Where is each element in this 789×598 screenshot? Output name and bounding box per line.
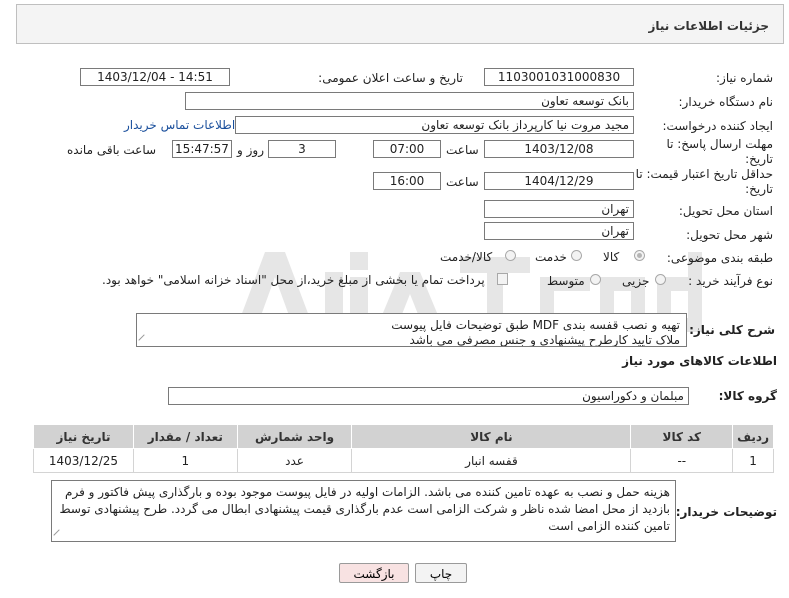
print-button[interactable]: چاپ [415, 563, 467, 583]
buyer-notes-text: هزینه حمل و نصب به عهده تامین کننده می ب… [59, 485, 670, 533]
buyer-notes-textarea[interactable]: هزینه حمل و نصب به عهده تامین کننده می ب… [51, 480, 676, 542]
page-title: جزئیات اطلاعات نیاز [648, 19, 769, 33]
category-label: طبقه بندی موضوعی: [666, 251, 773, 265]
announce-label: تاریخ و ساعت اعلان عمومی: [318, 71, 463, 85]
reply-deadline-label-2: تاریخ: [745, 152, 773, 166]
purchase-minor-label: جزیی [622, 274, 650, 288]
page-header: جزئیات اطلاعات نیاز [16, 4, 784, 44]
buyer-org-label: نام دستگاه خریدار: [678, 95, 774, 109]
validity-date-field: 1404/12/29 [484, 172, 634, 190]
creator-field: مجید مروت نیا کارپرداز بانک توسعه تعاون [235, 116, 634, 134]
goods-group-label: گروه کالا: [718, 389, 777, 403]
category-both-label: کالا/خدمت [440, 250, 493, 264]
price-validity-label-2: تاریخ: [745, 182, 773, 196]
notes-resize-handle-icon[interactable] [53, 529, 65, 541]
validity-time-field: 16:00 [373, 172, 441, 190]
purchase-minor-radio[interactable] [655, 274, 666, 285]
province-field: تهران [484, 200, 634, 218]
city-field: تهران [484, 222, 634, 240]
buyer-notes-label: توضیحات خریدار: [675, 505, 777, 519]
items-table: ردیف کد کالا نام کالا واحد شمارش تعداد /… [33, 424, 774, 473]
cell-date: 1403/12/25 [33, 448, 134, 473]
cell-row: 1 [732, 448, 774, 473]
description-line-1: تهیه و نصب قفسه بندی MDF طبق توضیحات فای… [391, 318, 680, 332]
reply-time-field: 07:00 [373, 140, 441, 158]
col-qty-header: تعداد / مقدار [132, 424, 238, 449]
city-label: شهر محل تحویل: [686, 228, 773, 242]
days-field: 3 [268, 140, 336, 158]
description-textarea[interactable]: تهیه و نصب قفسه بندی MDF طبق توضیحات فای… [136, 313, 687, 347]
need-number-field: 1103001031000830 [484, 68, 634, 86]
reply-date-field: 1403/12/08 [484, 140, 634, 158]
category-both-radio[interactable] [505, 250, 516, 261]
purchase-medium-radio[interactable] [590, 274, 601, 285]
cell-qty: 1 [132, 448, 238, 473]
col-name-header: نام کالا [351, 424, 632, 449]
buyer-org-field: بانک توسعه تعاون [185, 92, 634, 110]
table-header-row: ردیف کد کالا نام کالا واحد شمارش تعداد /… [33, 424, 774, 449]
remaining-time-field: 15:47:57 [172, 140, 232, 158]
purchase-type-label: نوع فرآیند خرید : [688, 274, 773, 288]
purchase-medium-label: متوسط [547, 274, 585, 288]
reply-deadline-label: مهلت ارسال پاسخ: تا [666, 137, 773, 151]
announce-field: 1403/12/04 - 14:51 [80, 68, 230, 86]
buyer-contact-link[interactable]: اطلاعات تماس خریدار [124, 118, 235, 132]
cell-code: -- [630, 448, 734, 473]
back-button[interactable]: بازگشت [339, 563, 409, 583]
treasury-note: پرداخت تمام یا بخشی از مبلغ خرید،از محل … [102, 273, 485, 287]
col-date-header: تاریخ نیاز [33, 424, 134, 449]
col-code-header: کد کالا [630, 424, 734, 449]
goods-info-title: اطلاعات کالاهای مورد نیاز [622, 354, 777, 368]
price-validity-label: حداقل تاریخ اعتبار قیمت: تا [635, 167, 773, 181]
category-service-radio[interactable] [571, 250, 582, 261]
cell-unit: عدد [236, 448, 353, 473]
col-unit-header: واحد شمارش [236, 424, 353, 449]
reply-time-label: ساعت [446, 143, 479, 157]
category-goods-radio[interactable] [634, 250, 645, 261]
province-label: استان محل تحویل: [678, 204, 773, 218]
need-number-label: شماره نیاز: [716, 71, 773, 85]
remaining-label: ساعت باقی مانده [67, 143, 157, 157]
goods-group-field: مبلمان و دکوراسیون [168, 387, 689, 405]
description-line-2: ملاک تایید کارطرح پیشنهادی و جنس مصرفی م… [409, 333, 681, 347]
category-goods-label: کالا [603, 250, 620, 264]
category-service-label: خدمت [535, 250, 567, 264]
days-label: روز و [237, 143, 264, 157]
validity-time-label: ساعت [446, 175, 479, 189]
cell-name: قفسه انبار [351, 448, 632, 473]
col-row-header: ردیف [732, 424, 774, 449]
creator-label: ایجاد کننده درخواست: [662, 119, 773, 133]
description-label: شرح کلی نیاز: [689, 323, 775, 337]
table-row: 1 -- قفسه انبار عدد 1 1403/12/25 [33, 448, 774, 473]
treasury-checkbox[interactable] [497, 273, 508, 285]
